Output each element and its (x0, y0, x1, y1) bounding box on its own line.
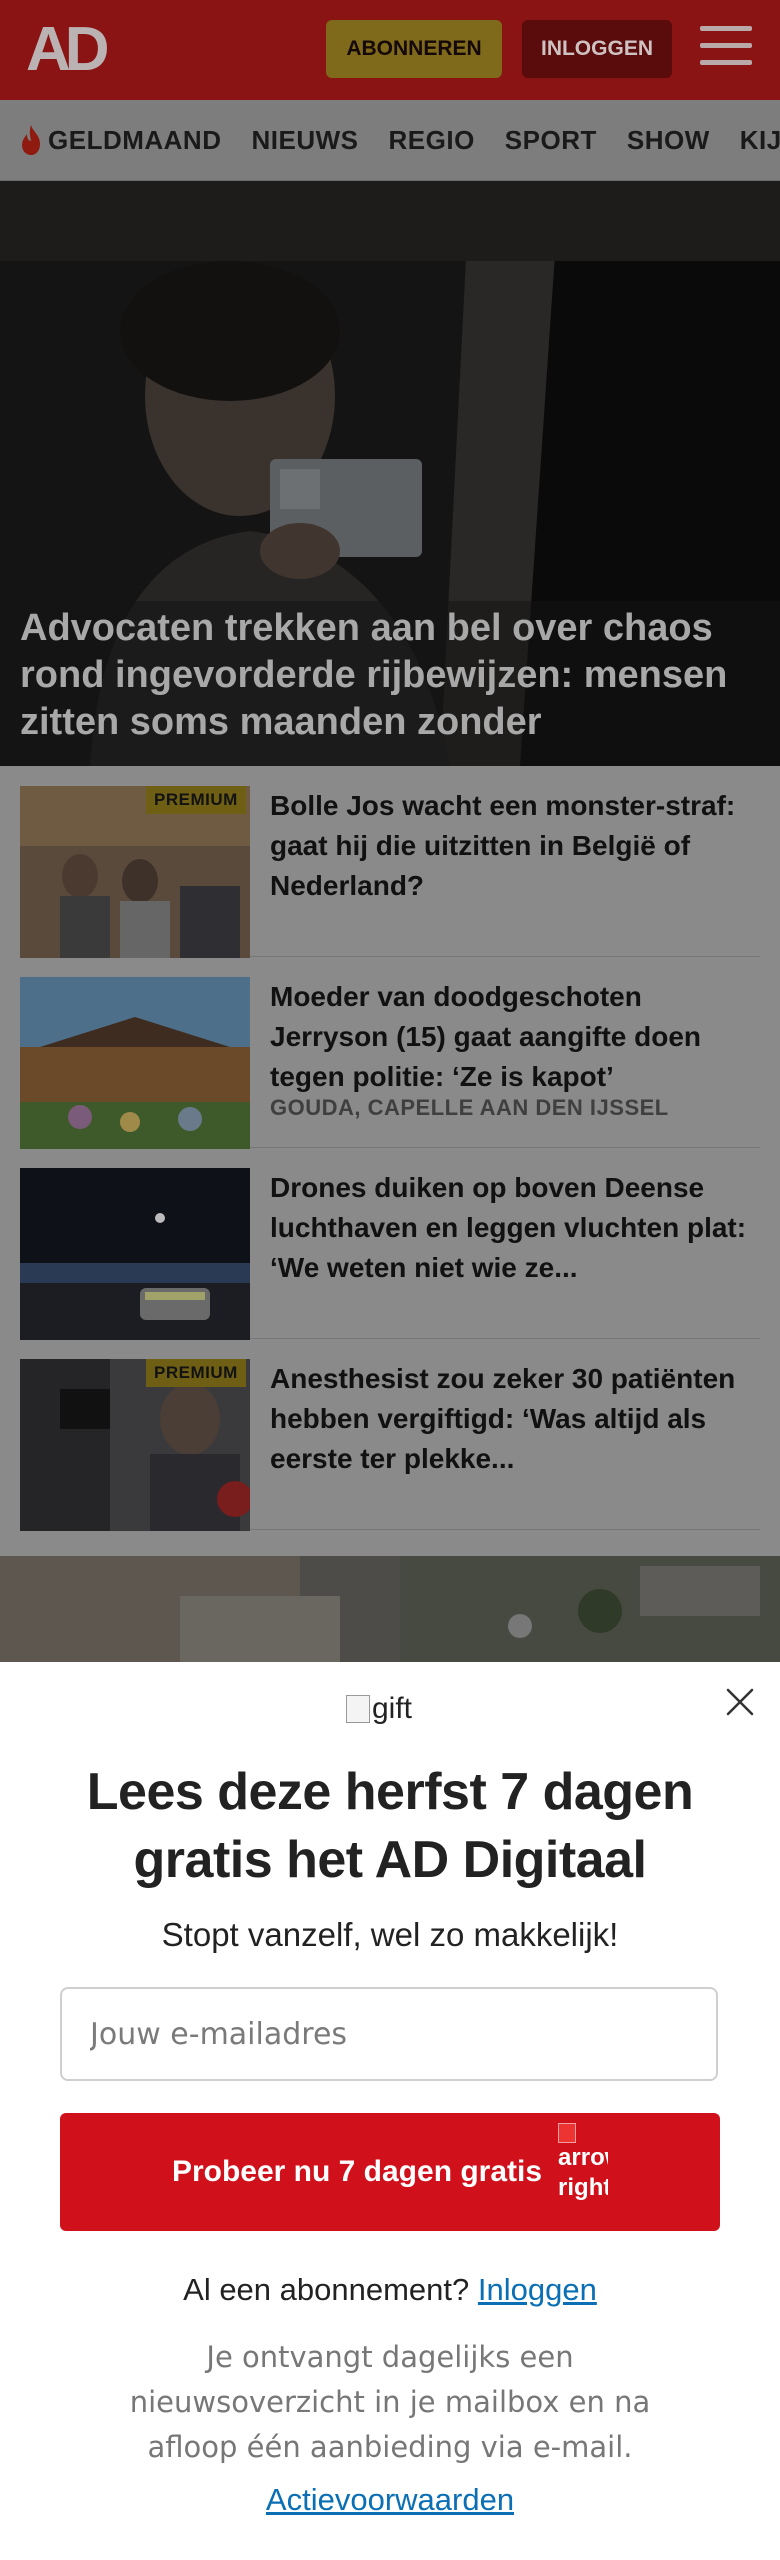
list-item[interactable]: PREMIUM Anesthesist zou zeker 30 patiënt… (20, 1339, 760, 1531)
login-link[interactable]: Inloggen (478, 2272, 597, 2307)
cta-label: Probeer nu 7 dagen gratis (171, 2155, 543, 2188)
gift-icon: gift (346, 1692, 412, 1726)
nav-item-sport[interactable]: SPORT (505, 125, 597, 156)
dialog-title: Lees deze herfst 7 dagen gratis het AD D… (86, 1763, 694, 1889)
gift-alt-text: gift (372, 1692, 413, 1725)
nav-item-regio[interactable]: REGIO (389, 125, 475, 156)
try-free-button[interactable]: Probeer nu 7 dagen gratis arrow right (60, 2113, 720, 2231)
login-button[interactable]: INLOGGEN (522, 20, 672, 78)
article-title[interactable]: Anesthesist zou zeker 30 patiënten hebbe… (270, 1359, 750, 1479)
list-item[interactable]: Drones duiken op boven Deense luchthaven… (20, 1148, 760, 1340)
list-item[interactable]: PREMIUM Bolle Jos wacht een monster-stra… (20, 766, 760, 958)
article-list: PREMIUM Bolle Jos wacht een monster-stra… (0, 766, 780, 1556)
nav-item-kijk[interactable]: KIJK (740, 125, 780, 156)
article-thumbnail (20, 1168, 250, 1340)
arrow-alt-text: arrow right (558, 2144, 609, 2201)
nav-item-nieuws[interactable]: NIEUWS (252, 125, 359, 156)
nav-item-label: GELDMAAND (48, 124, 222, 155)
broken-image-icon (346, 1695, 370, 1723)
premium-badge: PREMIUM (146, 1359, 246, 1387)
list-item[interactable]: Moeder van doodgeschoten Jerryson (15) g… (20, 957, 760, 1149)
top-bar: AD ABONNEREN INLOGGEN (0, 0, 780, 100)
menu-icon[interactable] (700, 26, 752, 72)
premium-badge: PREMIUM (146, 786, 246, 814)
article-title[interactable]: Drones duiken op boven Deense luchthaven… (270, 1168, 750, 1288)
section-nav: GELDMAAND NIEUWS REGIO SPORT SHOW KIJK (0, 100, 780, 181)
have-subscription-text: Al een abonnement? Inloggen (183, 2272, 597, 2307)
article-location: GOUDA, CAPELLE AAN DEN IJSSEL (270, 1095, 669, 1120)
article-title[interactable]: Moeder van doodgeschoten Jerryson (15) g… (270, 977, 750, 1097)
article-title[interactable]: Bolle Jos wacht een monster-straf: gaat … (270, 786, 750, 906)
fine-print: Je ontvangt dagelijks een nieuwsoverzich… (129, 2340, 651, 2464)
subscribe-dialog: gift Lees deze herfst 7 dagen gratis het… (0, 1662, 780, 2560)
subscribe-button[interactable]: ABONNEREN (326, 20, 502, 78)
article-thumbnail (20, 977, 250, 1149)
email-field[interactable] (60, 1987, 718, 2081)
close-icon[interactable] (722, 1684, 758, 1720)
dialog-subtitle: Stopt vanzelf, wel zo makkelijk! (161, 1916, 619, 1953)
arrow-right-icon: arrow right (558, 2123, 608, 2221)
terms-link[interactable]: Actievoorwaarden (40, 2482, 740, 2518)
flame-icon (22, 125, 40, 155)
hero-headline[interactable]: Advocaten trekken aan bel over chaos ron… (20, 605, 760, 746)
ad-logo[interactable]: AD (26, 19, 110, 81)
next-article-image (0, 1556, 780, 1662)
hero-article[interactable]: Advocaten trekken aan bel over chaos ron… (0, 181, 780, 766)
nav-item-geldmaand[interactable]: GELDMAAND (18, 124, 222, 156)
nav-item-show[interactable]: SHOW (627, 125, 710, 156)
